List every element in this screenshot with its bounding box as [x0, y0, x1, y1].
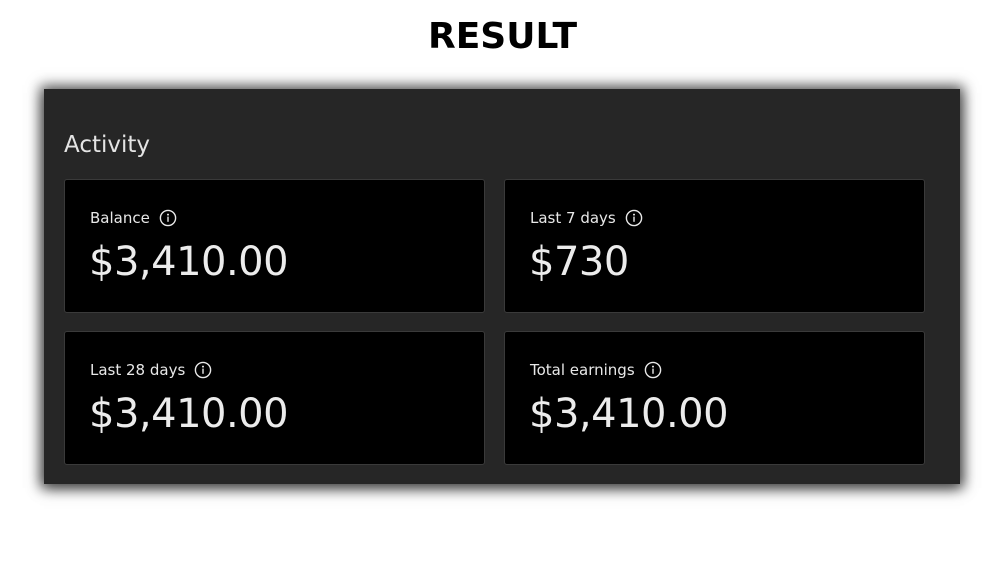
last-7-days-label-row: Last 7 days — [530, 207, 643, 229]
info-icon[interactable] — [159, 209, 177, 227]
activity-title: Activity — [64, 132, 151, 158]
balance-label-row: Balance — [90, 207, 177, 229]
activity-panel: Activity Balance $3,410.00 Last 7 days $… — [44, 89, 960, 484]
info-icon[interactable] — [194, 361, 212, 379]
last-28-days-label-row: Last 28 days — [90, 359, 212, 381]
last-28-days-value: $3,410.00 — [89, 391, 289, 437]
page-heading: RESULT — [427, 16, 577, 57]
total-earnings-card: Total earnings $3,410.00 — [504, 331, 925, 465]
last-28-days-label: Last 28 days — [90, 361, 186, 379]
total-earnings-label-row: Total earnings — [530, 359, 662, 381]
info-icon[interactable] — [644, 361, 662, 379]
balance-card: Balance $3,410.00 — [64, 179, 485, 313]
last-7-days-value: $730 — [529, 239, 629, 285]
last-7-days-label: Last 7 days — [530, 209, 616, 227]
last-28-days-card: Last 28 days $3,410.00 — [64, 331, 485, 465]
balance-label: Balance — [90, 209, 150, 227]
info-icon[interactable] — [625, 209, 643, 227]
balance-value: $3,410.00 — [89, 239, 289, 285]
last-7-days-card: Last 7 days $730 — [504, 179, 925, 313]
total-earnings-label: Total earnings — [530, 361, 635, 379]
total-earnings-value: $3,410.00 — [529, 391, 729, 437]
